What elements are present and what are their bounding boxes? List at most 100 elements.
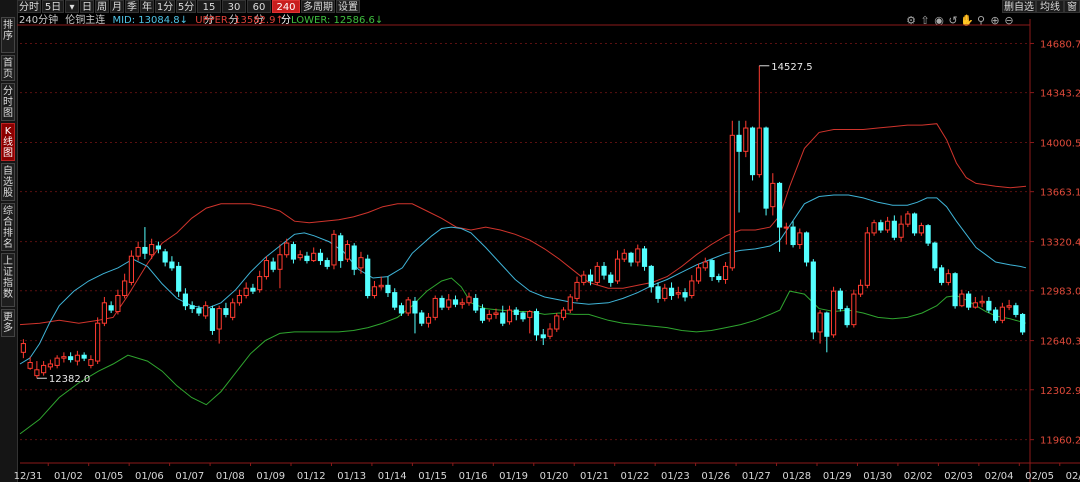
boll-lower-line — [19, 277, 1027, 435]
candle-up — [47, 363, 53, 368]
candle-down — [250, 287, 256, 292]
candle-up — [898, 223, 904, 238]
candle-down — [925, 225, 931, 244]
candle-down — [304, 255, 310, 262]
price-tick-label: 14680.7 — [1040, 39, 1080, 50]
date-tick-label: 02/04 — [985, 471, 1014, 482]
candle-up — [432, 297, 438, 318]
date-tick-label: 02/02 — [904, 471, 933, 482]
candle-down — [223, 308, 229, 315]
candle-up — [817, 312, 823, 333]
date-tick-label: 01/02 — [54, 471, 83, 482]
candle-down — [182, 293, 189, 307]
candle-down — [439, 297, 445, 308]
candle-up — [959, 293, 965, 307]
candle-up — [149, 244, 155, 256]
candle-down — [952, 273, 958, 307]
candle-up — [884, 220, 891, 231]
candle-down — [398, 305, 405, 314]
candle-up — [203, 305, 209, 317]
candle-down — [338, 235, 344, 262]
candle-up — [756, 127, 762, 176]
candle-down — [540, 334, 546, 339]
date-tick-label: 12/31 — [14, 471, 43, 482]
candle-up — [574, 281, 580, 299]
candle-up — [378, 284, 384, 288]
candle-up — [918, 225, 924, 234]
candle-down — [270, 261, 276, 270]
kline-chart[interactable]: 14680.7 14343.2 14000.5 13663.1 13320.4 12983… — [0, 0, 1080, 482]
candle-up — [216, 308, 222, 330]
candle-up — [135, 246, 141, 257]
date-tick-label: 01/19 — [499, 471, 528, 482]
candle-down — [290, 244, 297, 260]
candle-down — [939, 267, 945, 283]
candle-up — [61, 356, 67, 359]
candle-down — [419, 312, 425, 324]
candle-up — [871, 222, 877, 234]
date-tick-label: 01/23 — [661, 471, 690, 482]
candle-up — [972, 302, 978, 308]
high-annotation-label: 14527.5 — [771, 62, 812, 73]
candle-down — [169, 261, 175, 269]
candle-up — [405, 299, 411, 314]
candle-up — [695, 267, 702, 282]
low-annotation-label: 12382.0 — [49, 374, 90, 385]
candle-up — [702, 261, 708, 269]
candle-up — [857, 284, 864, 295]
candle-up — [905, 213, 911, 225]
date-tick-label: 02/03 — [944, 471, 973, 482]
candle-up — [635, 248, 641, 263]
candle-up — [851, 293, 857, 326]
candle-down — [452, 299, 459, 305]
candle-down — [648, 265, 654, 288]
candle-up — [770, 182, 776, 208]
candle-down — [601, 265, 607, 276]
price-tick-label: 12983.0 — [1040, 287, 1080, 298]
candle-down — [682, 292, 688, 298]
date-tick-label: 02/06 — [1066, 471, 1080, 482]
candle-up — [486, 313, 492, 320]
date-tick-label: 01/28 — [782, 471, 811, 482]
date-tick-label: 01/05 — [95, 471, 124, 482]
candle-down — [641, 248, 648, 267]
candle-down — [520, 312, 526, 320]
candle-up — [101, 302, 107, 324]
candle-up — [230, 302, 236, 318]
date-tick-label: 01/07 — [175, 471, 204, 482]
candle-up — [999, 306, 1005, 321]
candle-up — [371, 286, 378, 297]
date-tick-label: 02/05 — [1025, 471, 1054, 482]
candle-up — [567, 296, 573, 311]
candle-up — [425, 316, 432, 324]
candle-up — [331, 233, 337, 266]
candle-up — [95, 322, 101, 362]
candle-down — [824, 312, 830, 337]
candle-down — [155, 245, 162, 250]
candle-up — [27, 362, 33, 369]
candle-up — [797, 232, 803, 246]
date-tick-label: 01/27 — [742, 471, 771, 482]
candle-up — [243, 287, 249, 297]
candle-down — [209, 308, 216, 331]
date-tick-label: 01/09 — [256, 471, 285, 482]
candle-down — [763, 127, 769, 209]
candle-down — [324, 260, 330, 267]
candle-down — [912, 213, 918, 234]
candle-down — [803, 232, 810, 263]
candle-down — [810, 261, 816, 333]
candle-down — [993, 309, 999, 321]
candle-up — [128, 255, 134, 283]
candle-up — [689, 280, 695, 297]
candle-up — [506, 309, 513, 323]
candle-up — [729, 134, 735, 269]
candle-down — [891, 220, 897, 238]
candle-up — [743, 127, 749, 152]
candle-down — [108, 305, 114, 311]
date-tick-label: 01/30 — [863, 471, 892, 482]
candle-up — [945, 273, 951, 283]
candle-down — [513, 309, 519, 315]
candle-down — [608, 274, 614, 283]
price-tick-label: 13320.4 — [1040, 238, 1080, 249]
candle-up — [527, 311, 533, 318]
